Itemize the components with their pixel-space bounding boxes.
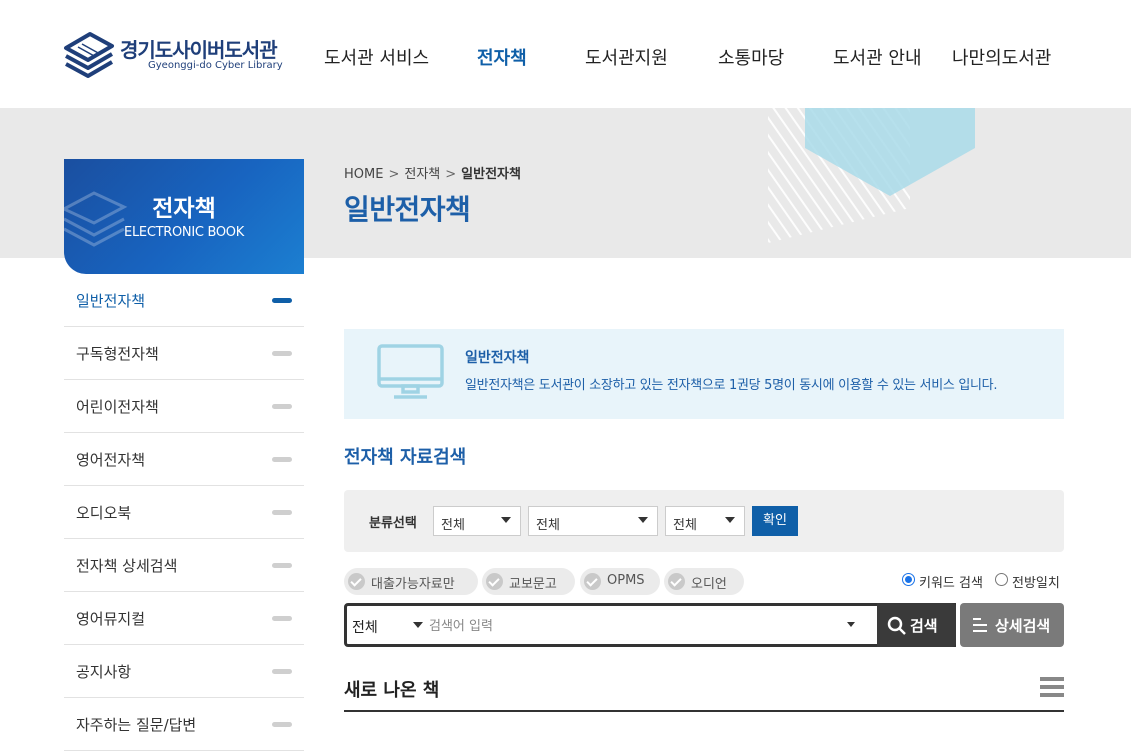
dash-icon xyxy=(272,616,292,621)
search-input[interactable] xyxy=(429,614,829,638)
nav-library-support[interactable]: 도서관지원 xyxy=(585,44,668,70)
sidebar-item-label: 전자책 상세검색 xyxy=(76,557,178,575)
select-value: 전체 xyxy=(441,518,465,533)
breadcrumb-separator: > xyxy=(388,167,400,182)
chip-label: 오디언 xyxy=(691,577,727,592)
select-value: 전체 xyxy=(673,518,697,533)
sidebar-item-general-ebook[interactable]: 일반전자책 xyxy=(64,274,304,327)
chevron-down-icon xyxy=(413,622,423,628)
dash-icon xyxy=(272,404,292,409)
list-view-icon[interactable] xyxy=(1040,677,1064,697)
chevron-down-icon xyxy=(638,517,648,523)
sidebar-item-label: 어린이전자책 xyxy=(76,398,159,416)
chip-label: 교보문고 xyxy=(509,577,557,592)
radio-indicator xyxy=(902,573,915,586)
sidebar-subtitle: ELECTRONIC BOOK xyxy=(124,225,244,240)
search-bar: 전체 xyxy=(344,603,956,647)
sidebar-item-label: 영어뮤지컬 xyxy=(76,610,146,628)
info-box: 일반전자책 일반전자책은 도서관이 소장하고 있는 전자책으로 1권당 5명이 … xyxy=(344,329,1064,419)
dash-icon xyxy=(272,457,292,462)
sidebar-item-advanced-search[interactable]: 전자책 상세검색 xyxy=(64,539,304,592)
dash-icon xyxy=(272,669,292,674)
radio-label: 키워드 검색 xyxy=(919,576,983,591)
sidebar-header: 전자책 ELECTRONIC BOOK xyxy=(64,159,304,274)
search-section-title: 전자책 자료검색 xyxy=(344,447,467,468)
filter-label: 분류선택 xyxy=(369,516,417,531)
select-value: 전체 xyxy=(536,518,560,533)
dash-icon xyxy=(272,563,292,568)
sidebar-item-english-musical[interactable]: 영어뮤지컬 xyxy=(64,592,304,645)
site-header: 경기도사이버도서관 Gyeonggi-do Cyber Library 도서관 … xyxy=(0,0,1131,108)
chip-kyobo[interactable]: 교보문고 xyxy=(482,568,575,595)
info-description: 일반전자책은 도서관이 소장하고 있는 전자책으로 1권당 5명이 동시에 이용… xyxy=(465,378,998,393)
breadcrumb-current: 일반전자책 xyxy=(461,167,521,182)
search-button-label: 검색 xyxy=(910,617,938,635)
sidebar-item-subscription-ebook[interactable]: 구독형전자책 xyxy=(64,327,304,380)
sidebar-item-kids-ebook[interactable]: 어린이전자책 xyxy=(64,380,304,433)
info-title: 일반전자책 xyxy=(465,350,530,366)
chevron-down-icon xyxy=(725,517,735,523)
breadcrumb-level1[interactable]: 전자책 xyxy=(404,167,440,182)
dash-icon xyxy=(272,351,292,356)
sidebar-item-faq[interactable]: 자주하는 질문/답변 xyxy=(64,698,304,751)
chip-opms[interactable]: OPMS xyxy=(580,568,660,595)
sidebar-item-audiobook[interactable]: 오디오북 xyxy=(64,486,304,539)
category-select-3[interactable]: 전체 xyxy=(665,506,745,536)
sidebar-item-label: 자주하는 질문/답변 xyxy=(76,716,197,734)
check-icon xyxy=(668,573,685,590)
breadcrumb-home[interactable]: HOME xyxy=(344,167,383,182)
nav-library-service[interactable]: 도서관 서비스 xyxy=(324,44,429,70)
breadcrumb: HOME > 전자책 > 일반전자책 xyxy=(344,163,521,182)
category-filter-box: 분류선택 전체 전체 전체 확인 xyxy=(344,490,1064,552)
breadcrumb-separator: > xyxy=(445,167,457,182)
section-divider xyxy=(344,710,1064,712)
sidebar-title: 전자책 xyxy=(152,196,216,222)
sidebar-item-label: 영어전자책 xyxy=(76,451,146,469)
sidebar-item-label: 공지사항 xyxy=(76,663,132,681)
new-books-title: 새로 나온 책 xyxy=(344,680,440,701)
sidebar-item-notice[interactable]: 공지사항 xyxy=(64,645,304,698)
check-icon xyxy=(584,573,601,590)
advanced-search-button[interactable]: 상세검색 xyxy=(960,603,1064,647)
confirm-button[interactable]: 확인 xyxy=(752,506,798,536)
dash-icon xyxy=(272,298,292,303)
nav-community[interactable]: 소통마당 xyxy=(718,44,784,70)
dash-icon xyxy=(272,722,292,727)
logo-english-text: Gyeonggi-do Cyber Library xyxy=(148,60,283,71)
sidebar-item-english-ebook[interactable]: 영어전자책 xyxy=(64,433,304,486)
nav-library-info[interactable]: 도서관 안내 xyxy=(833,44,922,70)
radio-label: 전방일치 xyxy=(1012,576,1060,591)
chevron-down-icon xyxy=(501,517,511,523)
chip-audien[interactable]: 오디언 xyxy=(664,568,744,595)
radio-indicator xyxy=(995,573,1008,586)
dash-icon xyxy=(272,510,292,515)
advanced-search-label: 상세검색 xyxy=(995,617,1051,635)
page-title: 일반전자책 xyxy=(344,193,471,226)
nav-ebook[interactable]: 전자책 xyxy=(477,44,527,70)
site-logo[interactable]: 경기도사이버도서관 Gyeonggi-do Cyber Library xyxy=(62,20,302,80)
nav-my-library[interactable]: 나만의도서관 xyxy=(952,44,1051,70)
category-select-1[interactable]: 전체 xyxy=(433,506,521,536)
monitor-icon xyxy=(377,344,444,399)
sidebar-item-label: 구독형전자책 xyxy=(76,345,159,363)
search-button[interactable]: 검색 xyxy=(877,603,956,647)
category-select-2[interactable]: 전체 xyxy=(528,506,658,536)
hexagon-decoration xyxy=(768,108,975,243)
filter-lines-icon xyxy=(973,618,987,632)
search-icon xyxy=(887,616,906,635)
check-icon xyxy=(486,573,503,590)
logo-korean-text: 경기도사이버도서관 xyxy=(120,38,278,62)
chip-available-only[interactable]: 대출가능자료만 xyxy=(344,568,478,595)
sidebar-menu: 일반전자책 구독형전자책 어린이전자책 영어전자책 오디오북 전자책 상세검색 … xyxy=(64,274,304,751)
book-stack-icon xyxy=(64,32,114,78)
search-scope-select[interactable]: 전체 xyxy=(352,617,378,637)
chip-label: OPMS xyxy=(607,573,645,588)
sidebar-item-label: 오디오북 xyxy=(76,504,132,522)
check-icon xyxy=(348,573,365,590)
sidebar-item-label: 일반전자책 xyxy=(76,292,146,310)
chevron-down-icon[interactable] xyxy=(847,622,855,627)
chip-label: 대출가능자료만 xyxy=(371,577,455,592)
